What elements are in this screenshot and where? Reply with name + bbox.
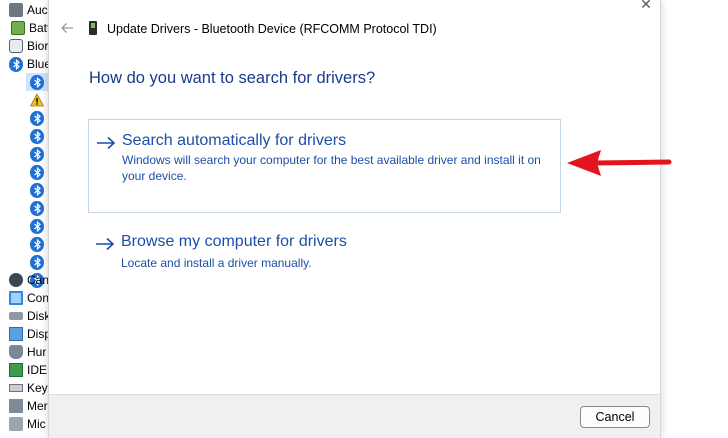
bluetooth-child-device[interactable] xyxy=(30,145,44,163)
bluetooth-device-icon xyxy=(89,21,97,35)
bluetooth-child-device[interactable] xyxy=(30,127,44,145)
monitor-icon xyxy=(9,291,23,305)
tree-item-audio[interactable]: Auc xyxy=(9,1,48,19)
bluetooth-icon xyxy=(30,164,44,180)
bluetooth-child-device[interactable] xyxy=(30,73,44,91)
bluetooth-icon xyxy=(30,182,44,198)
dialog-heading: How do you want to search for drivers? xyxy=(89,69,376,87)
bluetooth-icon xyxy=(30,200,44,216)
bluetooth-child-device[interactable] xyxy=(30,199,44,217)
option-description: Windows will search your computer for th… xyxy=(122,153,541,183)
option-title: Search automatically for drivers xyxy=(122,132,347,149)
right-arrow-icon xyxy=(96,237,115,251)
browse-computer-option[interactable]: Browse my computer for drivers Locate an… xyxy=(88,222,561,282)
right-arrow-icon xyxy=(97,136,116,150)
camera-icon xyxy=(9,273,23,287)
bluetooth-child-device[interactable] xyxy=(30,217,44,235)
tree-item-memory[interactable]: Mer xyxy=(9,397,48,415)
bluetooth-icon xyxy=(9,56,23,72)
option-description: Locate and install a driver manually. xyxy=(121,256,312,270)
bluetooth-icon xyxy=(30,146,44,162)
tree-item-display[interactable]: Disp xyxy=(9,325,51,343)
bluetooth-icon xyxy=(30,254,44,270)
tree-item-batteries[interactable]: Batt xyxy=(9,19,50,37)
battery-icon xyxy=(11,21,25,35)
disk-icon xyxy=(9,312,23,320)
tree-item-keyboards[interactable]: Key xyxy=(9,379,48,397)
memory-icon xyxy=(9,399,23,413)
update-drivers-dialog: Update Drivers - Bluetooth Device (RFCOM… xyxy=(48,0,661,438)
keyboard-icon xyxy=(9,384,23,392)
tree-item-hid[interactable]: Hur xyxy=(9,343,46,361)
tree-item-mice[interactable]: Mic xyxy=(9,415,46,433)
bluetooth-icon xyxy=(30,236,44,252)
bluetooth-child-device[interactable] xyxy=(30,91,44,109)
hid-icon xyxy=(9,345,23,359)
tree-item-bluetooth[interactable]: Blue xyxy=(9,55,51,73)
microphone-icon xyxy=(9,417,23,431)
annotation-arrow-icon xyxy=(567,150,672,176)
tree-item-ide[interactable]: IDE xyxy=(9,361,47,379)
bluetooth-icon xyxy=(30,74,44,90)
back-arrow-icon xyxy=(61,23,73,33)
biometric-icon xyxy=(9,39,23,53)
bluetooth-child-device[interactable] xyxy=(30,253,44,271)
warning-icon xyxy=(30,93,44,107)
bluetooth-icon xyxy=(30,110,44,126)
tree-item-disk[interactable]: Disk xyxy=(9,307,50,325)
option-title: Browse my computer for drivers xyxy=(121,233,347,250)
display-icon xyxy=(9,327,23,341)
tree-item-cameras[interactable]: Can xyxy=(9,271,49,289)
bluetooth-child-device[interactable] xyxy=(30,235,44,253)
cancel-button[interactable]: Cancel xyxy=(580,406,650,428)
dialog-title: Update Drivers - Bluetooth Device (RFCOM… xyxy=(107,22,437,36)
close-icon[interactable]: ✕ xyxy=(638,0,654,12)
bluetooth-icon xyxy=(30,218,44,234)
back-button[interactable] xyxy=(57,18,77,38)
bluetooth-icon xyxy=(30,128,44,144)
tree-item-computer[interactable]: Con xyxy=(9,289,49,307)
bluetooth-child-device[interactable] xyxy=(30,163,44,181)
tree-item-biometric[interactable]: Bior xyxy=(9,37,48,55)
dialog-footer: Cancel xyxy=(49,394,660,438)
ide-icon xyxy=(9,363,23,377)
search-automatically-option[interactable]: Search automatically for drivers Windows… xyxy=(88,119,561,213)
speaker-icon xyxy=(9,3,23,17)
bluetooth-child-device[interactable] xyxy=(30,109,44,127)
dialog-title-bar: Update Drivers - Bluetooth Device (RFCOM… xyxy=(49,0,660,58)
bluetooth-child-device[interactable] xyxy=(30,181,44,199)
